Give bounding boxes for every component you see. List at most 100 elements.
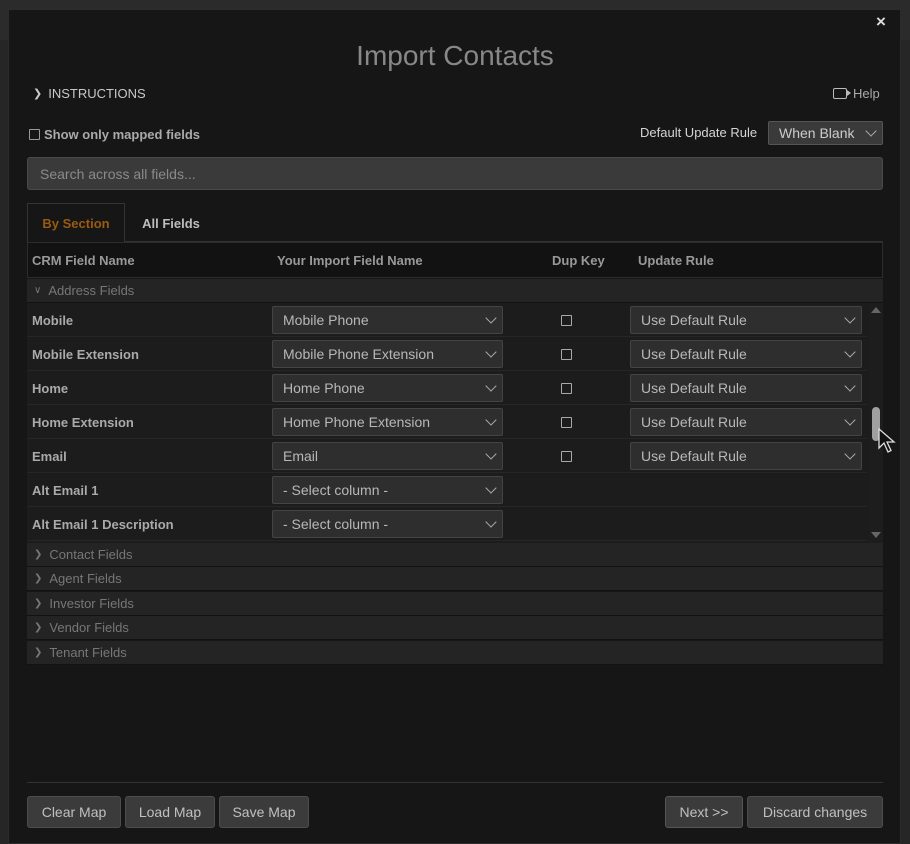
dup-key-checkbox[interactable] (561, 315, 572, 326)
grid-scrollbar[interactable] (869, 303, 883, 543)
caret-down-icon (865, 125, 877, 137)
scroll-down-icon[interactable] (871, 532, 881, 538)
default-update-rule-select[interactable]: When Blank (768, 121, 883, 145)
update-rule-value: Use Default Rule (641, 448, 747, 464)
tab-label: All Fields (142, 215, 200, 231)
section-tenant-fields[interactable]: ❯ Tenant Fields (27, 641, 883, 665)
table-row: Alt Email 1 - Select column - (27, 473, 867, 507)
instructions-label: INSTRUCTIONS (48, 86, 146, 101)
caret-down-icon (485, 312, 497, 324)
column-update-rule: Update Rule (638, 253, 714, 268)
chevron-right-icon: ❯ (33, 88, 43, 100)
search-input[interactable]: Search across all fields... (27, 157, 883, 190)
next-button[interactable]: Next >> (665, 796, 743, 828)
tab-all-fields[interactable]: All Fields (127, 203, 215, 243)
footer-divider (27, 782, 883, 783)
crm-field-name: Email (32, 449, 67, 464)
section-vendor-fields[interactable]: ❯ Vendor Fields (27, 616, 883, 640)
section-contact-fields[interactable]: ❯ Contact Fields (27, 543, 883, 567)
dialog-title: Import Contacts (356, 40, 554, 71)
table-row: Alt Email 1 Description - Select column … (27, 507, 867, 541)
import-field-select[interactable]: Email (272, 442, 503, 470)
import-field-value: - Select column - (283, 482, 389, 498)
instructions-toggle[interactable]: ❯ INSTRUCTIONS (33, 86, 146, 101)
show-mapped-label: Show only mapped fields (44, 127, 201, 142)
dup-key-checkbox[interactable] (561, 451, 572, 462)
section-agent-fields[interactable]: ❯ Agent Fields (27, 567, 883, 591)
import-field-select[interactable]: - Select column - (272, 476, 503, 504)
table-row: Home Extension Home Phone Extension Use … (27, 405, 867, 439)
import-field-value: Home Phone (283, 380, 365, 396)
chevron-right-icon: ❯ (34, 647, 43, 658)
scroll-up-icon[interactable] (871, 307, 881, 313)
tab-label: By Section (42, 215, 110, 231)
update-rule-value: Use Default Rule (641, 312, 747, 328)
import-field-value: Email (283, 448, 319, 464)
update-rule-value: Use Default Rule (641, 414, 747, 430)
section-label: Investor Fields (49, 596, 134, 611)
help-label: Help (853, 86, 880, 101)
caret-down-icon (485, 380, 497, 392)
crm-field-name: Alt Email 1 (32, 483, 99, 498)
import-field-select[interactable]: Home Phone Extension (272, 408, 503, 436)
import-field-value: - Select column - (283, 516, 389, 532)
caret-down-icon (844, 346, 856, 358)
default-update-rule-value: When Blank (779, 125, 855, 141)
column-crm-field-name: CRM Field Name (32, 253, 135, 268)
chevron-right-icon: ❯ (34, 573, 43, 584)
caret-down-icon (844, 380, 856, 392)
update-rule-select[interactable]: Use Default Rule (630, 442, 862, 470)
update-rule-value: Use Default Rule (641, 380, 747, 396)
update-rule-select[interactable]: Use Default Rule (630, 374, 862, 402)
chevron-right-icon: ❯ (34, 622, 43, 633)
save-map-button[interactable]: Save Map (219, 796, 309, 828)
update-rule-value: Use Default Rule (641, 346, 747, 362)
caret-down-icon (485, 346, 497, 358)
table-row: Mobile Extension Mobile Phone Extension … (27, 337, 867, 371)
table-row: Email Email Use Default Rule (27, 439, 867, 473)
section-investor-fields[interactable]: ❯ Investor Fields (27, 592, 883, 616)
discard-changes-button[interactable]: Discard changes (747, 796, 883, 828)
section-label: Contact Fields (49, 547, 133, 562)
chevron-down-icon: ∨ (34, 285, 42, 296)
address-fields-rows: Mobile Mobile Phone Use Default Rule Mob… (27, 303, 883, 543)
chevron-right-icon: ❯ (34, 598, 43, 609)
default-update-rule-label: Default Update Rule (640, 125, 758, 140)
dup-key-checkbox[interactable] (561, 417, 572, 428)
import-field-value: Mobile Phone Extension (283, 346, 434, 362)
column-import-field-name: Your Import Field Name (277, 253, 423, 268)
update-rule-select[interactable]: Use Default Rule (630, 408, 862, 436)
table-row: Home Home Phone Use Default Rule (27, 371, 867, 405)
checkbox-icon[interactable] (29, 129, 40, 140)
tab-bar: By Section All Fields (27, 203, 883, 243)
section-label: Tenant Fields (49, 645, 127, 660)
caret-down-icon (485, 516, 497, 528)
import-field-select[interactable]: - Select column - (272, 510, 503, 538)
search-placeholder: Search across all fields... (40, 165, 196, 182)
load-map-button[interactable]: Load Map (125, 796, 215, 828)
dup-key-checkbox[interactable] (561, 383, 572, 394)
grid-header: CRM Field Name Your Import Field Name Du… (27, 242, 883, 278)
update-rule-select[interactable]: Use Default Rule (630, 306, 862, 334)
clear-map-button[interactable]: Clear Map (27, 796, 121, 828)
help-link[interactable]: Help (833, 86, 880, 101)
section-label: Vendor Fields (49, 620, 129, 635)
update-rule-select[interactable]: Use Default Rule (630, 340, 862, 368)
crm-field-name: Mobile (32, 313, 74, 328)
close-icon: × (876, 12, 886, 31)
field-mapping-grid: CRM Field Name Your Import Field Name Du… (27, 242, 883, 665)
import-field-select[interactable]: Mobile Phone (272, 306, 503, 334)
tab-by-section[interactable]: By Section (27, 203, 125, 243)
import-field-value: Mobile Phone (283, 312, 369, 328)
section-address-fields[interactable]: ∨ Address Fields (27, 279, 883, 303)
column-dup-key: Dup Key (552, 253, 605, 268)
import-field-select[interactable]: Home Phone (272, 374, 503, 402)
crm-field-name: Home (32, 381, 69, 396)
import-field-select[interactable]: Mobile Phone Extension (272, 340, 503, 368)
import-field-value: Home Phone Extension (283, 414, 431, 430)
dup-key-checkbox[interactable] (561, 349, 572, 360)
close-button[interactable]: × (869, 10, 893, 34)
chevron-right-icon: ❯ (34, 549, 43, 560)
show-mapped-checkbox[interactable]: Show only mapped fields (29, 127, 200, 142)
caret-down-icon (485, 482, 497, 494)
